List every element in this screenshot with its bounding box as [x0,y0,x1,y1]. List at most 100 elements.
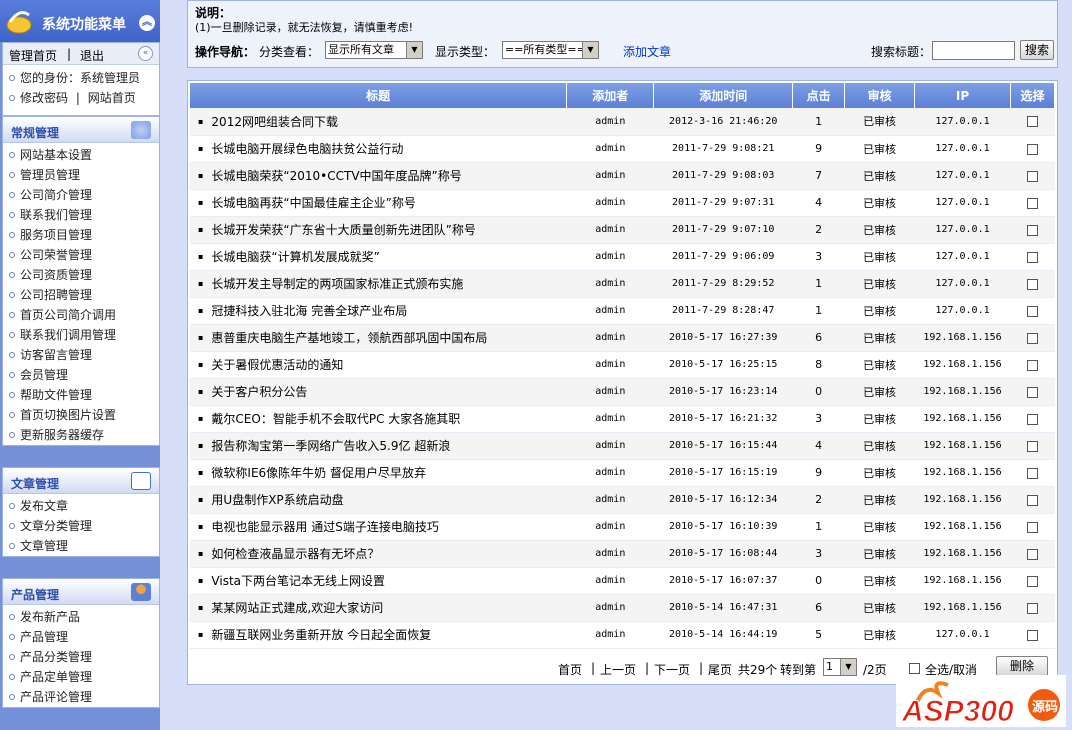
row-checkbox[interactable] [1027,575,1038,587]
collapse-up-icon[interactable]: ︽ [139,15,155,31]
next-page-link[interactable]: 下一页 [654,661,690,678]
sidebar-item[interactable]: 公司荣誉管理 [3,245,159,265]
first-page-link[interactable]: 首页 [558,661,582,678]
row-checkbox[interactable] [1027,251,1038,263]
select-cell [1010,621,1055,649]
article-title-link[interactable]: 用U盘制作XP系统启动盘 [190,486,567,514]
sidebar-item[interactable]: 产品评论管理 [3,687,159,707]
article-title-link[interactable]: Vista下两台笔记本无线上网设置 [190,567,567,595]
article-title-link[interactable]: 长城开发荣获“广东省十大质量创新先进团队”称号 [190,216,567,244]
sidebar-item[interactable]: 首页公司简介调用 [3,305,159,325]
article-title-link[interactable]: 某某网站正式建成,欢迎大家访问 [190,594,567,622]
article-table: 标题 添加者 添加时间 点击 审核 IP 选择 2012网吧组装合同下载admi… [190,83,1055,649]
delete-button[interactable]: 删除 [996,656,1048,676]
logout-link[interactable]: 退出 [80,47,104,64]
row-checkbox[interactable] [1027,278,1038,290]
row-checkbox[interactable] [1027,197,1038,209]
sidebar-item[interactable]: 产品分类管理 [3,647,159,667]
sidebar-item[interactable]: 管理员管理 [3,165,159,185]
article-title-link[interactable]: 长城电脑获“计算机发展成就奖” [190,243,567,271]
article-title-link[interactable]: 报告称淘宝第一季网络广告收入5.9亿 超新浪 [190,432,567,460]
row-checkbox[interactable] [1027,521,1038,533]
table-row: 电视也能显示器用 通过S端子连接电脑技巧admin2010-5-17 16:10… [190,513,1055,541]
row-checkbox[interactable] [1027,467,1038,479]
article-title-link[interactable]: 长城电脑再获“中国最佳雇主企业”称号 [190,189,567,217]
sidebar-item[interactable]: 产品定单管理 [3,667,159,687]
sidebar-item[interactable]: 公司简介管理 [3,185,159,205]
author-cell: admin [566,459,654,487]
panel-general-header[interactable]: 常规管理 [3,117,159,143]
sidebar-item[interactable]: 产品管理 [3,627,159,647]
row-checkbox[interactable] [1027,629,1038,641]
watermark-logo: ASP300 源码 [896,675,1066,729]
site-home-link[interactable]: 网站首页 [88,91,136,105]
panel-products-header[interactable]: 产品管理 [3,579,159,605]
article-title-link[interactable]: 惠普重庆电脑生产基地竣工，领航西部巩固中国布局 [190,324,567,352]
page-select[interactable]: 1 ▼ [823,658,857,676]
sidebar-scrollbar[interactable] [160,0,180,730]
row-checkbox[interactable] [1027,440,1038,452]
article-title-link[interactable]: 电视也能显示器用 通过S端子连接电脑技巧 [190,513,567,541]
sidebar-item[interactable]: 联系我们管理 [3,205,159,225]
row-checkbox[interactable] [1027,548,1038,560]
article-title-link[interactable]: 长城电脑开展绿色电脑扶贫公益行动 [190,135,567,163]
sidebar-item[interactable]: 发布文章 [3,496,159,516]
row-checkbox[interactable] [1027,413,1038,425]
sidebar-item[interactable]: 联系我们调用管理 [3,325,159,345]
status-cell: 已审核 [844,108,915,136]
manage-home-link[interactable]: 管理首页 [9,47,57,64]
collapse-left-icon[interactable]: « [138,46,153,61]
status-cell: 已审核 [844,378,915,406]
sidebar-item[interactable]: 文章分类管理 [3,516,159,536]
select-cell [1010,567,1055,595]
row-checkbox[interactable] [1027,359,1038,371]
row-checkbox[interactable] [1027,494,1038,506]
row-checkbox[interactable] [1027,305,1038,317]
select-cell [1010,216,1055,244]
article-title-link[interactable]: 关于客户积分公告 [190,378,567,406]
article-title-link[interactable]: 2012网吧组装合同下载 [190,108,567,136]
article-title-link[interactable]: 长城开发主导制定的两项国家标准正式颁布实施 [190,270,567,298]
article-title-link[interactable]: 冠捷科技入驻北海 完善全球产业布局 [190,297,567,325]
article-title-link[interactable]: 新疆互联网业务重新开放 今日起全面恢复 [190,621,567,649]
change-password-link[interactable]: 修改密码 [20,91,68,105]
select-all-checkbox[interactable] [909,661,920,675]
search-button[interactable]: 搜索 [1020,40,1054,60]
select-cell [1010,324,1055,352]
sidebar-item[interactable]: 公司招聘管理 [3,285,159,305]
article-title-link[interactable]: 长城电脑荣获“2010•CCTV中国年度品牌”称号 [190,162,567,190]
author-cell: admin [566,540,654,568]
sidebar-item[interactable]: 网站基本设置 [3,145,159,165]
sidebar-item[interactable]: 发布新产品 [3,607,159,627]
type-select[interactable]: ==所有类型== ▼ [502,41,599,59]
row-checkbox[interactable] [1027,116,1038,128]
row-checkbox[interactable] [1027,143,1038,155]
article-title-link[interactable]: 微软称IE6像陈年牛奶 督促用户尽早放弃 [190,459,567,487]
article-title-link[interactable]: 关于暑假优惠活动的通知 [190,351,567,379]
category-select[interactable]: 显示所有文章 ▼ [325,41,423,59]
prev-page-link[interactable]: 上一页 [600,661,636,678]
row-checkbox[interactable] [1027,386,1038,398]
article-title-link[interactable]: 如何检查液晶显示器有无坏点？ [190,540,567,568]
search-input[interactable] [932,41,1015,60]
sidebar-item[interactable]: 首页切换图片设置 [3,405,159,425]
sidebar-item[interactable]: 文章管理 [3,536,159,556]
sidebar-item[interactable]: 公司资质管理 [3,265,159,285]
sidebar-item[interactable]: 帮助文件管理 [3,385,159,405]
panel-articles-header[interactable]: 文章管理 [3,468,159,494]
add-article-link[interactable]: 添加文章 [623,43,671,60]
row-checkbox[interactable] [1027,332,1038,344]
row-checkbox[interactable] [1027,602,1038,614]
sidebar-item[interactable]: 会员管理 [3,365,159,385]
article-title-link[interactable]: 戴尔CEO：智能手机不会取代PC 大家各施其职 [190,405,567,433]
sidebar-item[interactable]: 服务项目管理 [3,225,159,245]
sidebar-item[interactable]: 访客留言管理 [3,345,159,365]
author-cell: admin [566,486,654,514]
sidebar-item[interactable]: 更新服务器缓存 [3,425,159,445]
last-page-link[interactable]: 尾页 [708,661,732,678]
row-checkbox[interactable] [1027,224,1038,236]
row-checkbox[interactable] [1027,170,1038,182]
checkbox[interactable] [909,663,920,674]
ip-cell: 127.0.0.1 [914,162,1011,190]
sidebar-item-label: 产品管理 [20,630,69,644]
